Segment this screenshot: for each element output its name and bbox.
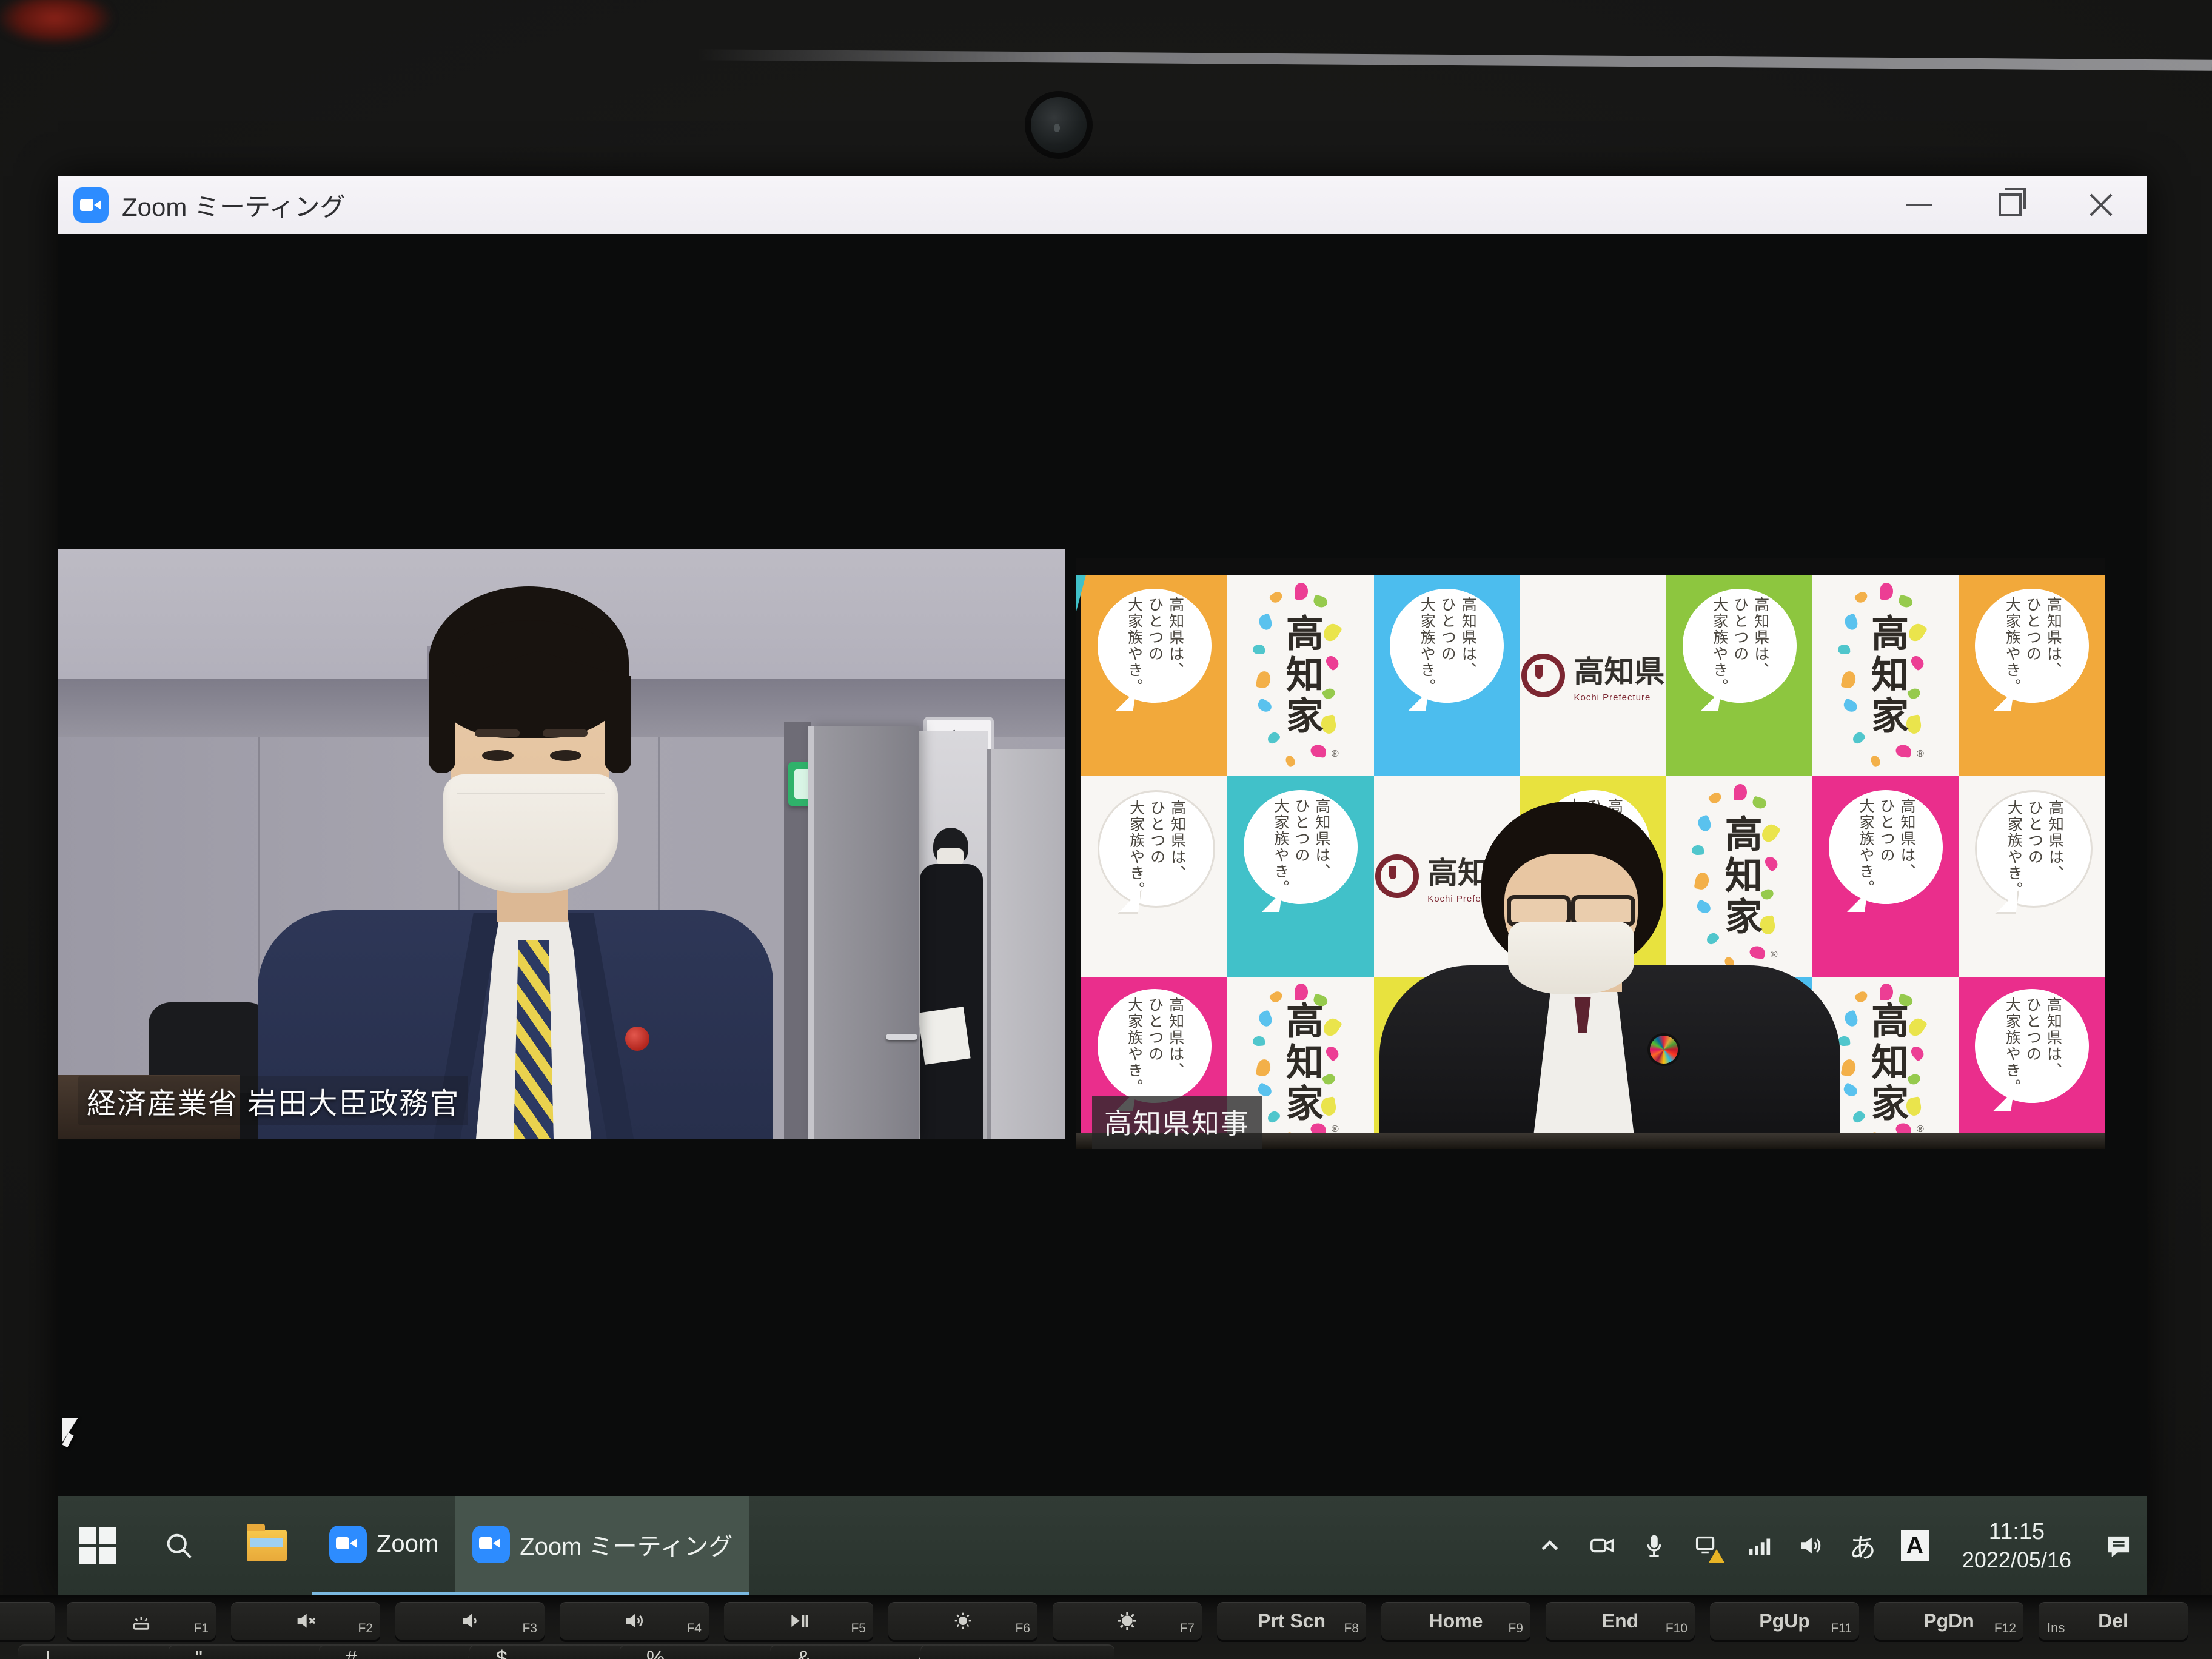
tray-date: 2022/05/16 [1962, 1546, 2071, 1574]
kochi-ke-logo-text: 高知家 [1858, 614, 1913, 737]
search-button[interactable] [136, 1496, 221, 1595]
key-play-pause: F5 [724, 1602, 873, 1640]
video-tile-minister[interactable]: 経済産業省 岩田大臣政務官 [58, 549, 1065, 1139]
windows-taskbar: Zoom Zoom ミーティング [58, 1496, 2147, 1595]
participant-name-label: 経済産業省 岩田大臣政務官 [78, 1076, 468, 1125]
governor-face-mask [1508, 922, 1634, 994]
laptop-photo: Zoom ミーティング [0, 0, 2212, 1659]
zoom-tray-icon[interactable] [1586, 1530, 1618, 1561]
key-pgdn: PgDnF12 [1874, 1602, 2023, 1640]
restore-button[interactable] [1965, 176, 2056, 234]
minister-eye [550, 750, 581, 761]
minister-striped-tie [514, 940, 554, 1139]
minimize-button[interactable] [1874, 176, 1965, 234]
windows-logo-icon [79, 1527, 116, 1564]
close-button[interactable] [2056, 176, 2147, 234]
minister-face-mask [443, 774, 618, 893]
kochi-ke-logo-text: 高知家 [1273, 614, 1328, 737]
key-shift-legend: % [646, 1647, 665, 1659]
minister-eyebrow [475, 729, 520, 737]
camera-icon [80, 199, 93, 211]
mouse-cursor [62, 1418, 78, 1442]
key-del: DelIns [2039, 1602, 2188, 1640]
minister-eyebrow [543, 729, 588, 737]
zoom-app-icon [329, 1526, 367, 1563]
zoom-window-titlebar[interactable]: Zoom ミーティング [58, 176, 2147, 234]
key-partial-esc [0, 1602, 55, 1640]
key-end: EndF10 [1546, 1602, 1695, 1640]
key-vol-up: F4 [560, 1602, 709, 1640]
kochi-ke-logo-text: 高知家 [1712, 814, 1767, 938]
key-vol-down: F3 [395, 1602, 545, 1640]
key-shift-legend: # [346, 1647, 357, 1659]
restore-icon [1999, 193, 2022, 216]
show-hidden-icons-chevron[interactable] [1534, 1530, 1566, 1561]
warning-triangle-icon [1709, 1549, 1724, 1563]
minister-hair-side [605, 676, 631, 773]
zoom-app-icon [73, 187, 109, 223]
taskbar-zoom-meeting-button[interactable]: Zoom ミーティング [455, 1496, 749, 1595]
signal-bars-tray-icon[interactable] [1743, 1530, 1774, 1561]
zoom-meeting-area: 経済産業省 岩田大臣政務官 高知県は、 ひとつの 大家族やき。高知家®高知県は、… [58, 234, 2147, 1496]
ime-mode-indicator[interactable]: A [1899, 1530, 1931, 1561]
governor-sdgs-pin [1650, 1036, 1678, 1064]
governor-figure [1076, 558, 2105, 1149]
key-prt-scn: Prt ScnF8 [1217, 1602, 1366, 1640]
minister-figure [58, 549, 1065, 1139]
key-shift-legend: $ [496, 1647, 508, 1659]
key-home: HomeF9 [1381, 1602, 1530, 1640]
action-center-button[interactable] [2103, 1530, 2134, 1561]
minister-hair-side [429, 682, 455, 773]
key-pgup: PgUpF11 [1710, 1602, 1859, 1640]
window-title: Zoom ミーティング [122, 187, 346, 224]
webcam-lens [1031, 97, 1087, 153]
zoom-app-icon [472, 1526, 510, 1563]
laptop-lid-edge [697, 49, 2212, 70]
key-bright-down: F6 [888, 1602, 1037, 1640]
folder-icon [247, 1530, 287, 1561]
taskbar-button-label: Zoom ミーティング [520, 1527, 732, 1562]
key-shift-legend: " [195, 1647, 203, 1659]
key-mute: F2 [231, 1602, 380, 1640]
minister-eye [482, 750, 514, 761]
kochi-ke-logo-text: 高知家 [1273, 1001, 1328, 1125]
close-icon [2088, 192, 2114, 218]
minimize-icon [1906, 204, 1932, 206]
tray-time: 11:15 [1989, 1518, 2045, 1547]
taskbar-clock[interactable]: 11:15 2022/05/16 [1951, 1518, 2082, 1574]
key-bright-up: F7 [1053, 1602, 1202, 1640]
start-button[interactable] [58, 1496, 136, 1595]
volume-tray-icon[interactable] [1795, 1530, 1826, 1561]
key-shift-legend: & [797, 1647, 811, 1659]
search-icon [163, 1530, 195, 1561]
ime-kana-indicator[interactable]: あ [1847, 1530, 1879, 1561]
participant-name-label: 高知県知事 [1092, 1096, 1262, 1149]
laptop-screen: Zoom ミーティング [58, 176, 2147, 1595]
key-backlight: F1 [67, 1602, 216, 1640]
taskbar-zoom-button[interactable]: Zoom [312, 1496, 455, 1595]
key-shift-legend: ! [45, 1647, 50, 1659]
kochi-ke-logo-text: 高知家 [1858, 1001, 1913, 1125]
file-explorer-button[interactable] [221, 1496, 312, 1595]
key-number-row [920, 1644, 1114, 1659]
background-red-reflection [0, 0, 133, 55]
laptop-keyboard-deck: F1 F2 F3 F4 F5 F6 F7 Prt ScnF8 HomeF9 EndF10 PgUpF… [0, 1595, 2212, 1659]
system-tray: あ A 11:15 2022/05/16 [1534, 1496, 2147, 1595]
governor-glasses [1504, 895, 1638, 919]
video-tile-governor[interactable]: 高知県は、 ひとつの 大家族やき。高知家®高知県は、 ひとつの 大家族やき。高知… [1076, 558, 2105, 1149]
action-center-icon [2105, 1532, 2133, 1560]
taskbar-button-label: Zoom [377, 1530, 438, 1558]
network-warning-tray-icon[interactable] [1691, 1530, 1722, 1561]
minister-lapel-pin [625, 1027, 649, 1051]
microphone-tray-icon[interactable] [1638, 1530, 1670, 1561]
